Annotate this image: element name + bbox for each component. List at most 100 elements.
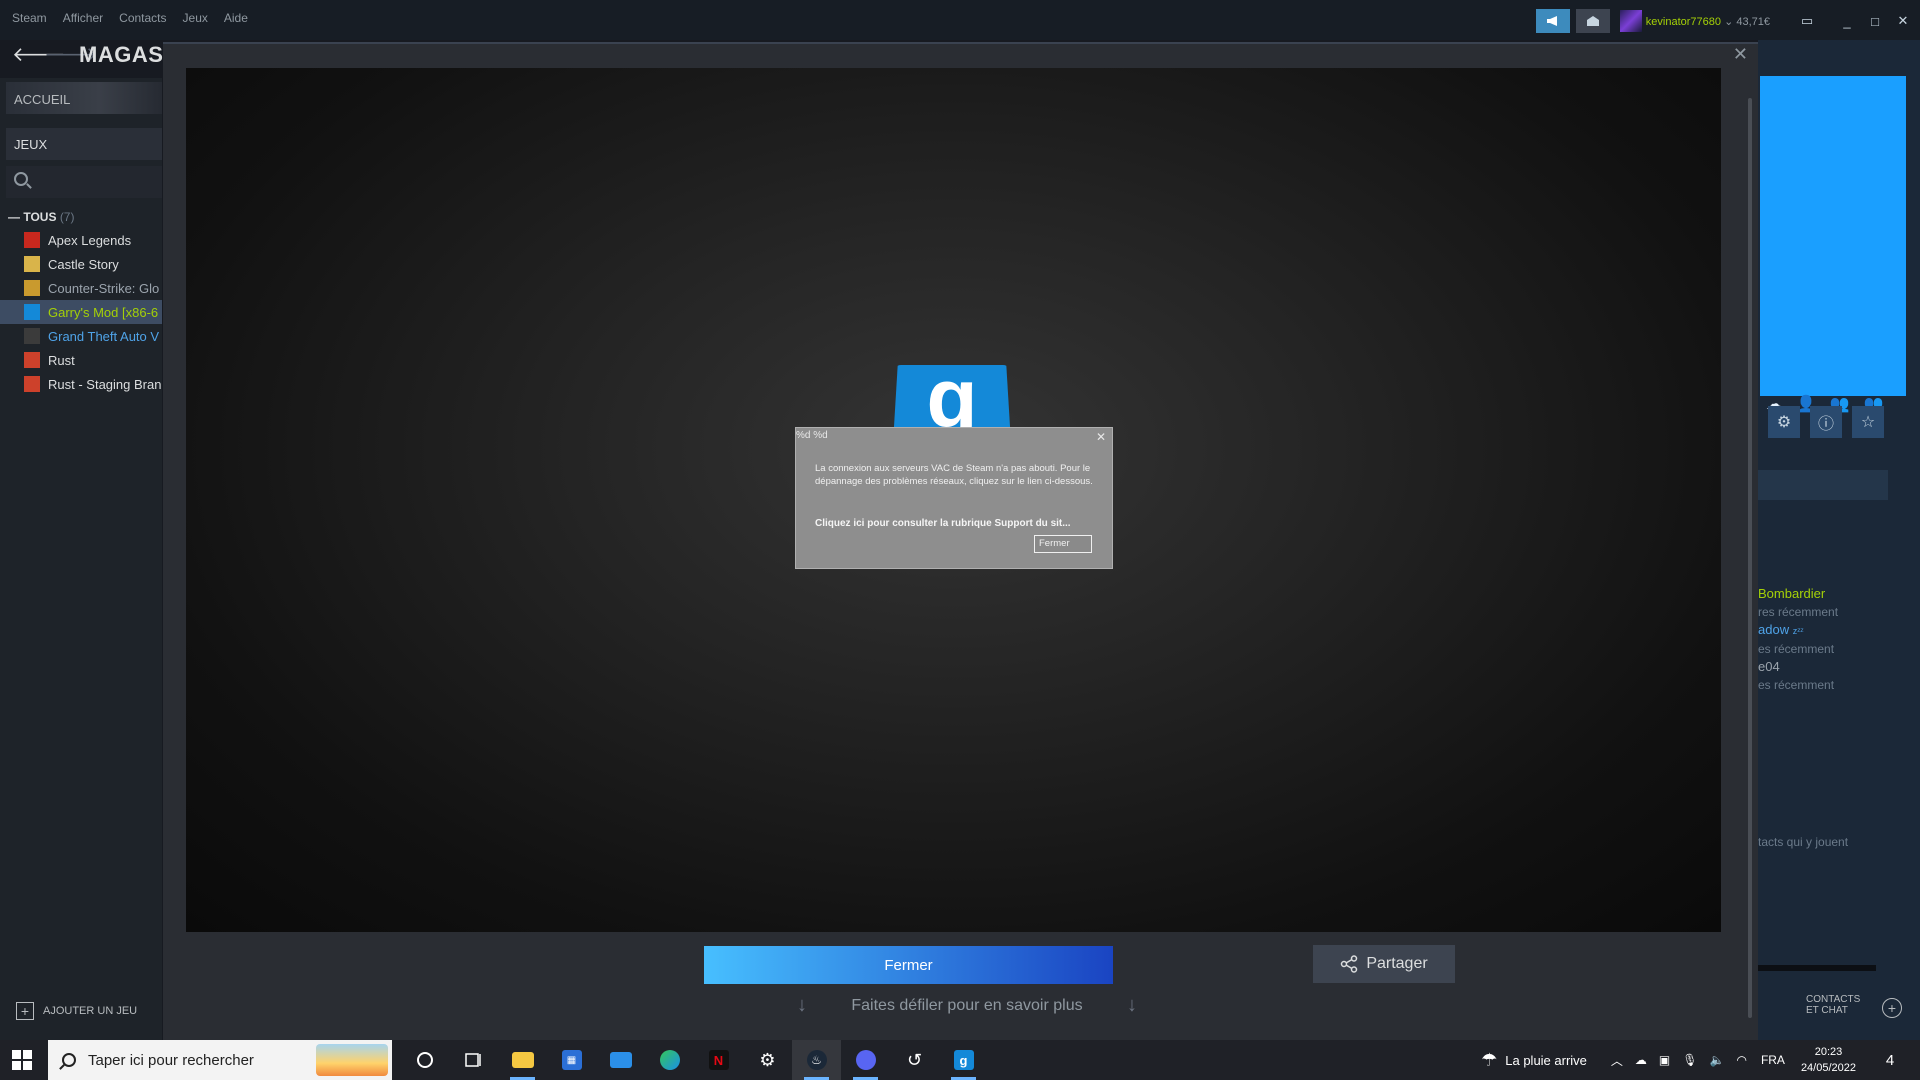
game-list: Apex Legends Castle Story Counter-Strike: … [0,228,162,396]
sidebar-item-game[interactable]: Garry's Mod [x86-6 [0,300,162,324]
arrow-down-icon: ↓ [1126,994,1137,1016]
close-icon[interactable]: ✕ [1733,44,1748,65]
dialog-close-button[interactable]: Fermer [1034,535,1092,553]
share-button[interactable]: Partager [1313,945,1455,983]
friend-name[interactable]: Bombardier [1758,585,1838,603]
big-picture-icon[interactable]: ▭ [1796,13,1818,29]
menu-jeux[interactable]: Jeux [183,11,208,25]
gear-icon[interactable]: ⚙ [1768,406,1800,438]
sidebar-item-game[interactable]: Apex Legends [0,228,162,252]
game-name: Castle Story [48,256,119,272]
account-menu[interactable]: kevinator77680 ⌄ 43,71€ [1646,15,1770,28]
search-placeholder: Taper ici pour rechercher [88,1051,254,1069]
microphone-icon[interactable]: 🎙 [1682,1053,1697,1067]
sidebar-item-game[interactable]: Rust - Staging Bran [0,372,162,396]
avatar[interactable] [1619,10,1642,32]
support-link[interactable]: Cliquez ici pour consulter la rubrique S… [815,518,1071,529]
date: 24/05/2022 [1800,1062,1856,1074]
sidebar-item-game[interactable]: Grand Theft Auto V [0,324,162,348]
file-explorer-icon[interactable] [498,1040,547,1080]
discord-icon[interactable] [841,1040,890,1080]
friend-name[interactable]: e04 [1758,658,1838,676]
game-name: Grand Theft Auto V [48,328,160,344]
megaphone-icon [1546,16,1557,26]
scroll-hint[interactable]: ↓ Faites défiler pour en savoir plus ↓ [797,994,1137,1017]
close-button[interactable]: Fermer [704,946,1113,984]
plus-icon[interactable]: + [1882,998,1902,1018]
scrollbar[interactable] [1748,98,1752,1018]
rust-icon [24,352,40,368]
weather-widget[interactable]: ☂ La pluie arrive [1481,1050,1587,1071]
gmod-icon [24,304,40,320]
game-name: Apex Legends [48,232,132,248]
menu-contacts[interactable]: Contacts [119,11,166,25]
category-count: (7) [59,210,75,224]
star-icon[interactable]: ☆ [1852,406,1884,438]
maximize-button[interactable]: □ [1864,14,1886,29]
menu-aide[interactable]: Aide [224,11,248,25]
category-label: TOUS [23,210,57,224]
task-view-icon[interactable] [449,1040,498,1080]
game-name: Rust [48,352,75,368]
plus-icon: + [16,1002,34,1020]
chevron-up-icon[interactable]: ︿ [1611,1052,1623,1069]
friend-status: es récemment [1758,642,1835,656]
cortana-icon[interactable] [400,1040,449,1080]
info-icon[interactable]: ⓘ [1810,406,1842,438]
home-button[interactable]: ACCUEIL [6,82,162,114]
netflix-icon[interactable]: N [694,1040,743,1080]
taskbar-search-input[interactable]: Taper ici pour rechercher [48,1040,392,1080]
contacts-chat-label: CONTACTS [1806,994,1861,1005]
notification-center-icon[interactable]: 4 [1874,1048,1906,1072]
language-indicator[interactable]: FRA [1761,1053,1785,1067]
page-title[interactable]: MAGASI [79,42,170,68]
sleep-indicator: zᶻᶻ [1792,626,1804,636]
panel-box [1758,470,1888,500]
mail-icon[interactable] [596,1040,645,1080]
system-tray: ☂ La pluie arrive ︿ ☁ ▣ 🎙 🔈 ◠ FRA 20:23 … [1481,1040,1920,1080]
friend-status: res récemment [1758,605,1839,619]
notifications-button[interactable] [1575,9,1610,33]
app-icon[interactable]: ↺ [890,1040,939,1080]
close-window-button[interactable]: ✕ [1892,13,1914,29]
rust-icon [24,376,40,392]
menu-steam[interactable]: Steam [12,11,47,25]
store-icon[interactable]: ▦ [547,1040,596,1080]
game-name: Garry's Mod [x86-6 [48,304,159,320]
close-icon[interactable]: ✕ [1096,430,1106,444]
settings-icon[interactable]: ⚙ [743,1040,792,1080]
envelope-icon [1586,16,1599,26]
taskbar: Taper ici pour rechercher ▦ N ⚙ ♨ ↺ g ☂ … [0,1040,1920,1080]
friend-status: es récemment [1758,678,1835,692]
library-sidebar: ACCUEIL JEUX — TOUS (7) Apex Legends Cast… [0,78,162,1040]
taskbar-apps: ▦ N ⚙ ♨ ↺ g [400,1040,988,1080]
sidebar-item-game[interactable]: Castle Story [0,252,162,276]
chevron-down-icon: ⌄ [1724,15,1737,28]
onedrive-icon[interactable]: ☁ [1635,1053,1647,1067]
windows-start-icon[interactable] [12,1050,32,1070]
library-search-input[interactable] [6,166,162,198]
menu-afficher[interactable]: Afficher [63,11,103,25]
title-bar-controls: kevinator77680 ⌄ 43,71€ ▭ _ □ ✕ [1535,9,1920,33]
volume-icon[interactable]: 🔈 [1710,1053,1725,1067]
minimize-button[interactable]: _ [1836,14,1858,29]
sidebar-item-game[interactable]: Counter-Strike: Glo [0,276,162,300]
friend-name[interactable]: adow [1758,622,1789,637]
category-header[interactable]: — TOUS (7) [8,210,74,224]
wifi-icon[interactable]: ◠ [1736,1053,1746,1067]
contacts-chat-button[interactable]: CONTACTS ET CHAT [1806,994,1860,1016]
broadcast-button[interactable] [1535,9,1570,33]
collapse-icon: — [8,210,24,224]
sidebar-item-game[interactable]: Rust [0,348,162,372]
steam-icon[interactable]: ♨ [792,1040,841,1080]
gmod-icon[interactable]: g [939,1040,988,1080]
time: 20:23 [1814,1046,1843,1058]
device-icon[interactable]: ▣ [1659,1053,1670,1067]
username: kevinator77680 [1645,15,1721,28]
games-filter-button[interactable]: JEUX [6,128,162,160]
clock[interactable]: 20:23 24/05/2022 [1801,1044,1856,1076]
friends-list: Bombardier res récemment adow zᶻᶻ es réc… [1758,585,1838,694]
arrow-down-icon: ↓ [797,994,807,1016]
add-game-button[interactable]: + AJOUTER UN JEU [16,1002,137,1020]
edge-icon[interactable] [645,1040,694,1080]
